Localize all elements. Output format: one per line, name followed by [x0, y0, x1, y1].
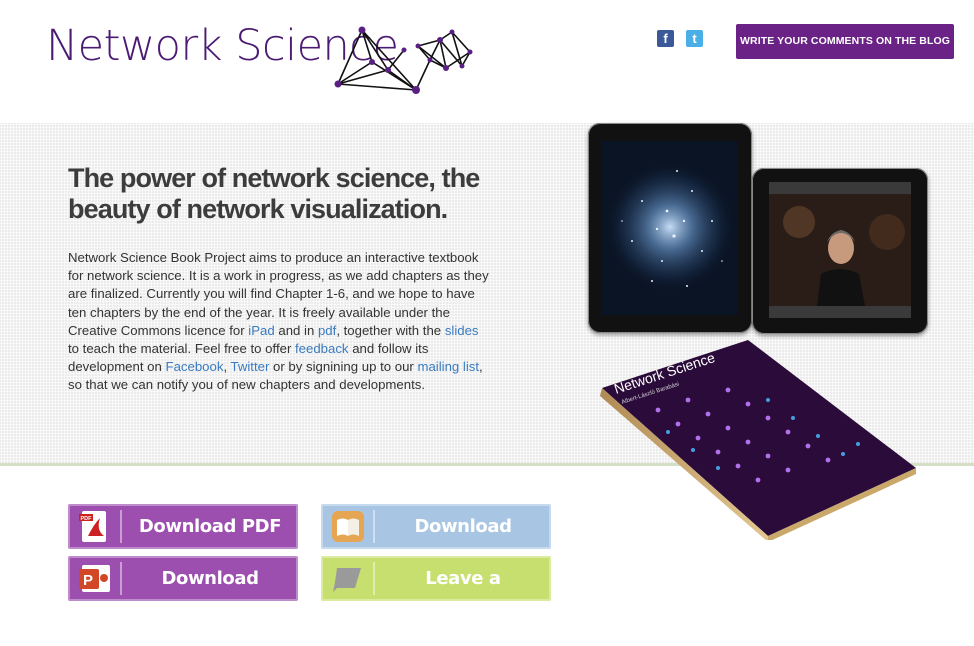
slides-link[interactable]: slides — [445, 323, 479, 338]
hero-headline: The power of network science, the beauty… — [68, 163, 480, 224]
ipad-portrait-image — [588, 123, 752, 333]
lecturer-video-graphic — [769, 182, 911, 318]
ibooks-icon — [332, 511, 364, 542]
twitter-icon[interactable]: t — [686, 30, 703, 47]
powerpoint-icon: P — [79, 565, 110, 592]
network-visualization-screen — [602, 141, 738, 315]
download-pdf-button[interactable]: PDF Download PDF — [68, 504, 298, 549]
download-ibooks-button[interactable]: Download ibooks — [321, 504, 551, 582]
ipad-link[interactable]: iPad — [248, 323, 274, 338]
mailing-list-link[interactable]: mailing list — [417, 359, 479, 374]
svg-text:PDF: PDF — [81, 516, 93, 522]
facebook-icon[interactable]: f — [657, 30, 674, 47]
leave-comment-label: Leave a Comment — [416, 568, 510, 634]
download-slides-label: Download SLIDES — [161, 568, 259, 634]
network-logo-graphic — [334, 26, 473, 94]
feedback-link[interactable]: feedback — [295, 341, 349, 356]
intro-text: , — [223, 359, 231, 375]
button-separator — [373, 510, 375, 543]
network-cloud-graphic — [604, 161, 736, 293]
book-cover-image: Network Science Albert-László Barabási — [600, 340, 916, 540]
intro-text: to teach the material. Feel free to offe… — [68, 341, 295, 357]
pdf-link[interactable]: pdf — [318, 323, 336, 338]
facebook-link[interactable]: Facebook — [166, 359, 224, 374]
twitter-link[interactable]: Twitter — [231, 359, 270, 374]
svg-text:P: P — [83, 572, 93, 589]
download-ibooks-label: Download ibooks — [414, 516, 512, 582]
button-separator — [120, 510, 122, 543]
pdf-icon: PDF — [79, 511, 106, 542]
video-lecture-screen — [769, 182, 911, 318]
intro-text: or by signining up to our — [269, 359, 418, 375]
button-separator — [373, 562, 375, 595]
button-separator — [120, 562, 122, 595]
download-slides-button[interactable]: P Download SLIDES — [68, 556, 298, 634]
leave-comment-button[interactable]: Leave a Comment — [321, 556, 551, 634]
intro-text: , together with the — [336, 322, 445, 338]
blog-comments-button[interactable]: WRITE YOUR COMMENTS ON THE BLOG — [736, 24, 954, 59]
comment-icon — [333, 568, 361, 592]
ipad-landscape-image — [752, 168, 928, 334]
download-pdf-label: Download PDF — [138, 516, 282, 537]
intro-text: and in — [274, 322, 318, 338]
intro-paragraph: Network Science Book Project aims to pro… — [68, 249, 493, 395]
